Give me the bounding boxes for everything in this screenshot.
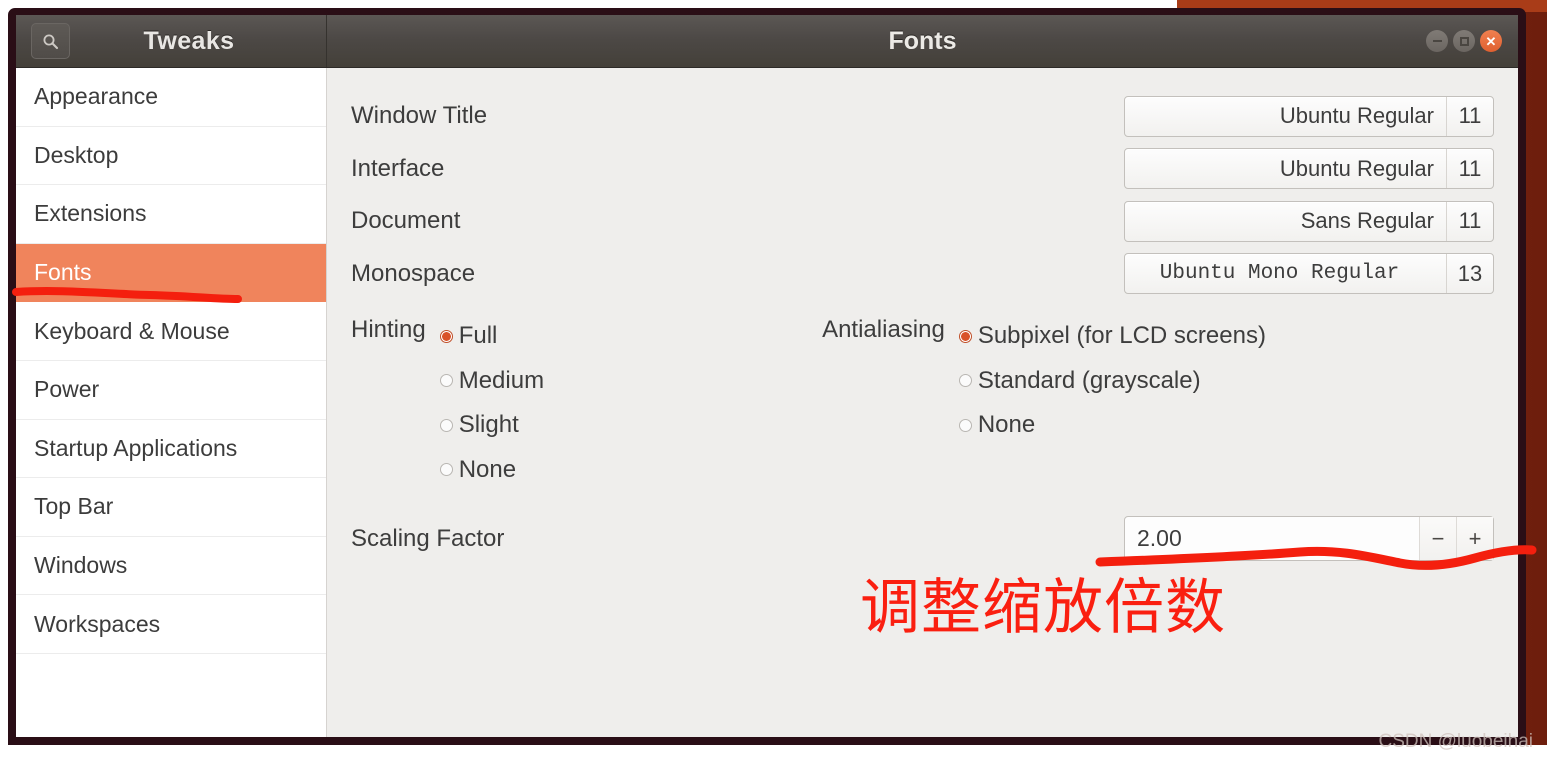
scaling-factor-stepper[interactable]: 2.00 − + <box>1124 516 1494 561</box>
antialiasing-group: Antialiasing Subpixel (for LCD screens) … <box>822 314 1266 492</box>
monospace-font-button[interactable]: Ubuntu Mono Regular 13 <box>1124 253 1494 295</box>
sidebar-item-top-bar[interactable]: Top Bar <box>16 478 326 537</box>
antialiasing-option-subpixel[interactable]: Subpixel (for LCD screens) <box>958 314 1266 359</box>
font-name: Ubuntu Regular <box>1279 103 1434 129</box>
sidebar-item-label: Extensions <box>34 200 147 227</box>
font-rows: Window Title Ubuntu Regular 11 Interface… <box>327 68 1518 300</box>
radio-icon <box>958 418 972 432</box>
titlebar-right-pane: Fonts ✕ <box>327 15 1518 67</box>
font-name: Ubuntu Regular <box>1279 155 1434 181</box>
antialiasing-option-standard[interactable]: Standard (grayscale) <box>958 359 1266 404</box>
option-label: None <box>977 411 1036 439</box>
window-title-font-button[interactable]: Ubuntu Regular 11 <box>1124 95 1494 137</box>
radio-icon <box>439 329 453 343</box>
sidebar-item-label: Startup Applications <box>34 434 238 461</box>
scaling-factor-decrement-button[interactable]: − <box>1419 517 1456 560</box>
scaling-factor-label: Scaling Factor <box>351 524 505 552</box>
option-label: Slight <box>458 411 519 439</box>
font-name: Sans Regular <box>1300 208 1434 234</box>
font-row-label: Window Title <box>351 102 488 130</box>
sidebar-item-label: Windows <box>34 552 128 579</box>
hinting-option-none[interactable]: None <box>439 448 544 493</box>
sidebar-item-label: Keyboard & Mouse <box>34 317 230 344</box>
sidebar-item-workspaces[interactable]: Workspaces <box>16 595 326 654</box>
sidebar-item-label: Top Bar <box>34 493 114 520</box>
sidebar-item-label: Workspaces <box>34 610 161 637</box>
font-row-window-title: Window Title Ubuntu Regular 11 <box>351 90 1494 143</box>
font-size: 13 <box>1446 254 1493 294</box>
antialiasing-options: Subpixel (for LCD screens) Standard (gra… <box>958 314 1266 448</box>
sidebar-item-startup-applications[interactable]: Startup Applications <box>16 420 326 479</box>
app-title: Tweaks <box>143 26 235 55</box>
font-row-label: Monospace <box>351 259 476 287</box>
antialiasing-option-none[interactable]: None <box>958 403 1266 448</box>
hinting-option-slight[interactable]: Slight <box>439 403 544 448</box>
radio-icon <box>439 463 453 477</box>
sidebar-item-label: Desktop <box>34 141 119 168</box>
sidebar: Appearance Desktop Extensions Fonts Keyb… <box>16 68 327 737</box>
titlebar-left-pane: Tweaks <box>16 15 327 67</box>
hinting-option-full[interactable]: Full <box>439 314 544 359</box>
scaling-factor-row: Scaling Factor 2.00 − + <box>327 492 1518 561</box>
hinting-group: Hinting Full Medium Slight None <box>351 314 544 492</box>
font-row-label: Document <box>351 207 461 235</box>
titlebar: Tweaks Fonts ✕ <box>16 15 1518 68</box>
sidebar-item-desktop[interactable]: Desktop <box>16 127 326 186</box>
font-size: 11 <box>1446 201 1493 241</box>
tweaks-window: Tweaks Fonts ✕ Appearance Desktop Extens… <box>8 8 1526 745</box>
font-row-interface: Interface Ubuntu Regular 11 <box>351 143 1494 196</box>
minimize-icon[interactable] <box>1426 30 1448 52</box>
option-label: Medium <box>458 366 545 394</box>
document-font-button[interactable]: Sans Regular 11 <box>1124 200 1494 242</box>
watermark: CSDN @luobeihai <box>1378 731 1533 752</box>
antialiasing-label: Antialiasing <box>822 316 945 343</box>
render-options: Hinting Full Medium Slight None Antialia… <box>327 300 1518 492</box>
radio-icon <box>439 374 453 388</box>
sidebar-item-label: Power <box>34 376 100 403</box>
option-label: Standard (grayscale) <box>977 366 1201 394</box>
font-row-label: Interface <box>351 154 445 182</box>
sidebar-item-label: Appearance <box>34 83 159 110</box>
desktop-background: Tweaks Fonts ✕ Appearance Desktop Extens… <box>0 0 1547 759</box>
annotation-note-text: 调整缩放倍数 <box>860 573 1226 643</box>
hinting-options: Full Medium Slight None <box>439 314 545 493</box>
sidebar-item-windows[interactable]: Windows <box>16 537 326 596</box>
scaling-factor-increment-button[interactable]: + <box>1456 517 1493 560</box>
maximize-icon[interactable] <box>1453 30 1475 52</box>
font-size: 11 <box>1446 96 1493 136</box>
close-icon[interactable]: ✕ <box>1480 30 1502 52</box>
interface-font-button[interactable]: Ubuntu Regular 11 <box>1124 148 1494 190</box>
sidebar-item-power[interactable]: Power <box>16 361 326 420</box>
font-size: 11 <box>1446 149 1493 189</box>
font-row-monospace: Monospace Ubuntu Mono Regular 13 <box>351 248 1494 301</box>
window-controls: ✕ <box>1426 30 1502 52</box>
radio-icon <box>439 418 453 432</box>
window-body: Appearance Desktop Extensions Fonts Keyb… <box>16 68 1518 737</box>
option-label: Subpixel (for LCD screens) <box>977 322 1266 350</box>
page-title: Fonts <box>888 26 957 55</box>
search-icon <box>42 33 59 50</box>
option-label: Full <box>458 322 498 350</box>
radio-icon <box>958 374 972 388</box>
hinting-option-medium[interactable]: Medium <box>439 359 545 404</box>
sidebar-item-label: Fonts <box>34 259 92 286</box>
sidebar-item-fonts[interactable]: Fonts <box>16 243 326 303</box>
font-name: Ubuntu Mono Regular <box>1159 262 1400 286</box>
radio-icon <box>958 329 972 343</box>
sidebar-item-keyboard-and-mouse[interactable]: Keyboard & Mouse <box>16 302 326 361</box>
hinting-label: Hinting <box>351 316 426 343</box>
font-row-document: Document Sans Regular 11 <box>351 195 1494 248</box>
option-label: None <box>458 455 517 483</box>
sidebar-item-extensions[interactable]: Extensions <box>16 185 326 244</box>
sidebar-item-appearance[interactable]: Appearance <box>16 68 326 127</box>
scaling-factor-input[interactable]: 2.00 <box>1125 517 1419 560</box>
search-button[interactable] <box>31 23 70 59</box>
